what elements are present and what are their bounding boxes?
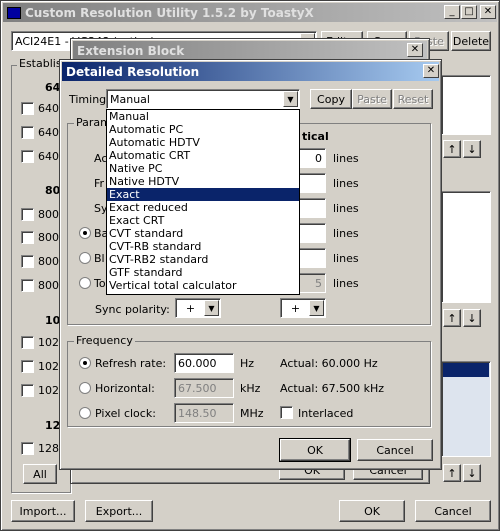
- move-down-button[interactable]: ↓: [463, 309, 481, 327]
- screen: Custom Resolution Utility 1.5.2 by Toast…: [0, 0, 500, 531]
- timing-label: Timing:: [69, 93, 110, 106]
- horizontal-field[interactable]: 67.500: [174, 378, 234, 398]
- import-button[interactable]: Import...: [11, 500, 75, 522]
- lines-unit: lines: [333, 202, 359, 215]
- timing-option[interactable]: CVT standard: [107, 227, 299, 240]
- timing-option[interactable]: Automatic CRT: [107, 149, 299, 162]
- front-porch-label: Fr: [94, 177, 105, 190]
- selected-row-highlight: [443, 363, 489, 377]
- refresh-rate-label: Refresh rate:: [95, 357, 167, 370]
- refresh-unit: Hz: [240, 357, 255, 370]
- main-titlebar: Custom Resolution Utility 1.5.2 by Toast…: [3, 3, 497, 22]
- timing-option[interactable]: CVT-RB standard: [107, 240, 299, 253]
- close-button[interactable]: ✕: [480, 5, 496, 19]
- lines-unit: lines: [333, 227, 359, 240]
- back-porch-radio[interactable]: [79, 227, 91, 239]
- move-up-button[interactable]: ↑: [443, 140, 461, 158]
- pixel-unit: MHz: [240, 407, 264, 420]
- timing-option[interactable]: Native PC: [107, 162, 299, 175]
- timing-dropdown-list[interactable]: Manual Automatic PC Automatic HDTV Automati…: [106, 109, 300, 295]
- blanking-label: Bl: [94, 252, 105, 265]
- mode-checkbox[interactable]: [21, 102, 34, 115]
- refresh-rate-radio[interactable]: [79, 357, 91, 369]
- horizontal-actual: Actual: 67.500 kHz: [280, 382, 385, 395]
- delete-button[interactable]: Delete: [451, 31, 491, 51]
- timing-option[interactable]: Automatic HDTV: [107, 136, 299, 149]
- lines-unit: lines: [333, 177, 359, 190]
- mode-checkbox[interactable]: [21, 442, 34, 455]
- v-sync-polarity-select[interactable]: + ▼: [280, 298, 326, 318]
- timing-option[interactable]: Exact reduced: [107, 201, 299, 214]
- horizontal-unit: kHz: [240, 382, 261, 395]
- paste-button[interactable]: Paste: [352, 89, 392, 109]
- copy-button[interactable]: Copy: [310, 89, 352, 109]
- lines-unit: lines: [333, 277, 359, 290]
- detailed-title: Detailed Resolution: [66, 64, 200, 79]
- horizontal-radio[interactable]: [79, 382, 91, 394]
- interlaced-checkbox[interactable]: [280, 406, 293, 419]
- mode-checkbox[interactable]: [21, 336, 34, 349]
- extension-list-panel: [441, 191, 491, 303]
- all-button[interactable]: All: [23, 464, 57, 484]
- chevron-down-icon[interactable]: ▼: [204, 300, 219, 316]
- mode-checkbox[interactable]: [21, 279, 34, 292]
- sync-polarity-label: Sync polarity:: [95, 303, 170, 316]
- app-icon: [7, 6, 21, 19]
- total-label: To: [94, 277, 106, 290]
- blanking-radio[interactable]: [79, 252, 91, 264]
- timing-options: Manual Automatic PC Automatic HDTV Automati…: [107, 110, 299, 292]
- timing-option[interactable]: Exact CRT: [107, 214, 299, 227]
- minimize-button[interactable]: _: [444, 5, 460, 19]
- timing-option[interactable]: GTF standard: [107, 266, 299, 279]
- main-ok-button[interactable]: OK: [339, 500, 405, 522]
- timing-select[interactable]: Manual ▼: [106, 89, 300, 109]
- main-cancel-button[interactable]: Cancel: [415, 500, 491, 522]
- interlaced-label: Interlaced: [298, 407, 354, 420]
- chevron-down-icon[interactable]: ▼: [309, 300, 324, 316]
- mode-checkbox[interactable]: [21, 360, 34, 373]
- detail-cancel-button[interactable]: Cancel: [357, 439, 433, 461]
- chevron-down-icon[interactable]: ▼: [283, 91, 298, 107]
- reset-button[interactable]: Reset: [393, 89, 433, 109]
- pixel-clock-radio[interactable]: [79, 407, 91, 419]
- vertical-header: tical: [302, 130, 329, 143]
- horizontal-label: Horizontal:: [95, 382, 155, 395]
- extension-titlebar: Extension Block: [73, 41, 427, 60]
- mode-checkbox[interactable]: [21, 208, 34, 221]
- timing-option[interactable]: Native HDTV: [107, 175, 299, 188]
- move-up-button[interactable]: ↑: [443, 309, 461, 327]
- refresh-actual: Actual: 60.000 Hz: [280, 357, 378, 370]
- mode-checkbox[interactable]: [21, 126, 34, 139]
- total-radio[interactable]: [79, 277, 91, 289]
- move-up-button[interactable]: ↑: [443, 464, 461, 482]
- mode-checkbox[interactable]: [21, 231, 34, 244]
- pixel-clock-label: Pixel clock:: [95, 407, 156, 420]
- timing-option[interactable]: Vertical total calculator: [107, 279, 299, 292]
- detailed-list-panel: [441, 75, 491, 135]
- move-down-button[interactable]: ↓: [463, 140, 481, 158]
- move-down-button[interactable]: ↓: [463, 464, 481, 482]
- timing-option[interactable]: Exact: [107, 188, 299, 201]
- maximize-button[interactable]: □: [461, 5, 477, 19]
- mode-checkbox[interactable]: [21, 150, 34, 163]
- main-title: Custom Resolution Utility 1.5.2 by Toast…: [25, 5, 314, 20]
- detail-ok-button[interactable]: OK: [279, 438, 351, 462]
- detailed-titlebar: Detailed Resolution: [62, 62, 439, 81]
- mode-checkbox[interactable]: [21, 384, 34, 397]
- close-button[interactable]: ✕: [423, 64, 439, 78]
- timing-option[interactable]: CVT-RB2 standard: [107, 253, 299, 266]
- frequency-label: Frequency: [74, 334, 135, 347]
- timing-option[interactable]: Manual: [107, 110, 299, 123]
- detailed-resolution-dialog: Detailed Resolution ✕ Timing: Manual ▼ C…: [59, 59, 442, 470]
- lines-unit: lines: [333, 152, 359, 165]
- pixel-clock-field[interactable]: 148.50: [174, 403, 234, 423]
- timing-option[interactable]: Automatic PC: [107, 123, 299, 136]
- export-button[interactable]: Export...: [85, 500, 153, 522]
- lines-unit: lines: [333, 252, 359, 265]
- close-button[interactable]: ✕: [407, 43, 423, 57]
- h-sync-polarity-select[interactable]: + ▼: [175, 298, 221, 318]
- refresh-rate-field[interactable]: 60.000: [174, 353, 234, 373]
- mode-checkbox[interactable]: [21, 255, 34, 268]
